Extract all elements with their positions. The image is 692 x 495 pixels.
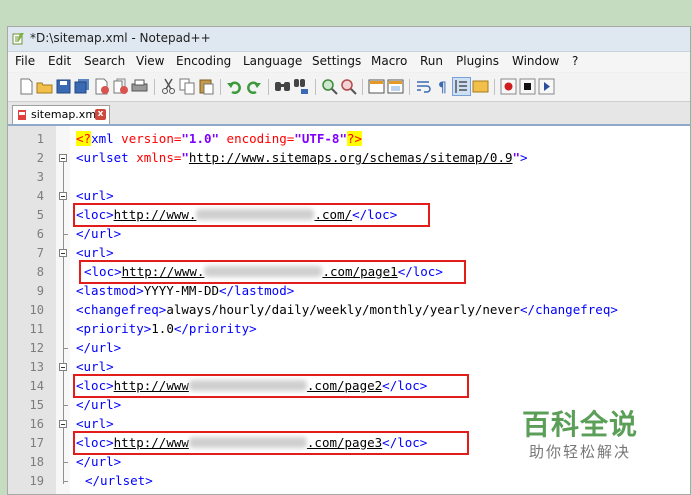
line-number: 8: [36, 265, 44, 279]
menu-plugins[interactable]: Plugins: [456, 54, 499, 68]
sitemap-schema-link[interactable]: http://www.sitemaps.org/schemas/sitemap/…: [189, 150, 513, 165]
line-number: 17: [29, 436, 44, 450]
line-number: 11: [29, 322, 44, 336]
tab-label: sitemap.xml: [31, 108, 100, 121]
fold-toggle-url-3[interactable]: [59, 363, 67, 371]
record-macro-icon[interactable]: [500, 78, 517, 95]
toolbar: ¶: [8, 73, 690, 102]
line-number: 19: [29, 474, 44, 488]
code-line-19: </urlset>: [85, 473, 153, 488]
line-number: 16: [29, 417, 44, 431]
line-number: 6: [36, 227, 44, 241]
highlight-box-loc-2: [79, 260, 466, 284]
code-line-4: <url>: [76, 188, 114, 203]
code-line-15: </url>: [76, 397, 122, 412]
code-line-12: </url>: [76, 340, 122, 355]
close-icon[interactable]: [93, 78, 110, 95]
line-number: 3: [36, 170, 44, 184]
line-number: 9: [36, 284, 44, 298]
menu-bar: File Edit Search View Encoding Language …: [8, 52, 690, 72]
close-all-icon[interactable]: [112, 78, 129, 95]
line-number-gutter: 1 2 3 4 5 6 7 8 9 10 11 12 13 14 15 16 1…: [8, 126, 56, 494]
stop-macro-icon[interactable]: [519, 78, 536, 95]
cut-icon[interactable]: [160, 78, 177, 95]
menu-file[interactable]: File: [15, 54, 35, 68]
user-lang-icon[interactable]: [472, 78, 489, 95]
print-icon[interactable]: [131, 78, 148, 95]
tab-sitemap-xml[interactable]: sitemap.xml x: [12, 105, 110, 124]
tab-close-icon[interactable]: x: [95, 109, 106, 120]
new-file-icon[interactable]: [18, 78, 35, 95]
sync-vertical-icon[interactable]: [368, 78, 385, 95]
code-line-2: <urlset xmlns="http://www.sitemaps.org/s…: [76, 150, 528, 165]
menu-help[interactable]: ?: [572, 54, 578, 68]
menu-search[interactable]: Search: [84, 54, 125, 68]
menu-window[interactable]: Window: [512, 54, 559, 68]
indent-guide-icon[interactable]: [452, 77, 471, 96]
save-icon[interactable]: [55, 78, 72, 95]
sync-horizontal-icon[interactable]: [387, 78, 404, 95]
code-line-18: </url>: [76, 454, 122, 469]
copy-icon[interactable]: [179, 78, 196, 95]
word-wrap-icon[interactable]: [415, 78, 432, 95]
menu-settings[interactable]: Settings: [312, 54, 361, 68]
svg-text:¶: ¶: [438, 80, 447, 95]
menu-macro[interactable]: Macro: [371, 54, 407, 68]
line-number: 2: [36, 151, 44, 165]
fold-toggle-url-1[interactable]: [59, 192, 67, 200]
line-number: 10: [29, 303, 44, 317]
play-macro-icon[interactable]: [538, 78, 555, 95]
open-file-icon[interactable]: [36, 78, 53, 95]
zoom-in-icon[interactable]: [321, 78, 338, 95]
line-number: 18: [29, 455, 44, 469]
paste-icon[interactable]: [198, 78, 215, 95]
redo-icon[interactable]: [245, 78, 262, 95]
highlight-box-loc-1: [73, 203, 430, 227]
fold-toggle-url-2[interactable]: [59, 249, 67, 257]
fold-toggle-url-4[interactable]: [59, 420, 67, 428]
code-line-1: <?xml version="1.0" encoding="UTF-8"?>: [76, 131, 363, 146]
file-modified-icon: [18, 110, 26, 120]
show-all-chars-icon[interactable]: ¶: [434, 78, 451, 95]
line-number: 7: [36, 246, 44, 260]
menu-language[interactable]: Language: [243, 54, 302, 68]
save-all-icon[interactable]: [74, 78, 91, 95]
code-line-10: <changefreq>always/hourly/daily/weekly/m…: [76, 302, 618, 317]
watermark-title: 百科全说: [521, 408, 638, 441]
find-icon[interactable]: [274, 78, 291, 95]
menu-edit[interactable]: Edit: [48, 54, 71, 68]
replace-icon[interactable]: [293, 78, 310, 95]
highlight-box-loc-4: [73, 431, 469, 455]
zoom-out-icon[interactable]: [340, 78, 357, 95]
line-number: 12: [29, 341, 44, 355]
line-number: 1: [36, 132, 44, 146]
line-number: 13: [29, 360, 44, 374]
menu-run[interactable]: Run: [420, 54, 443, 68]
menu-encoding[interactable]: Encoding: [176, 54, 231, 68]
title-bar: *D:\sitemap.xml - Notepad++: [8, 27, 690, 52]
line-number: 14: [29, 379, 44, 393]
highlight-box-loc-3: [73, 374, 469, 398]
tab-bar: sitemap.xml x: [8, 102, 690, 126]
code-line-16: <url>: [76, 416, 114, 431]
window-title: *D:\sitemap.xml - Notepad++: [30, 31, 211, 45]
line-number: 4: [36, 189, 44, 203]
notepadpp-app-icon: [12, 33, 24, 45]
code-line-11: <priority>1.0</priority>: [76, 321, 257, 336]
code-line-13: <url>: [76, 359, 114, 374]
watermark-subtitle: 助你轻松解决: [528, 443, 631, 461]
fold-toggle-urlset[interactable]: [59, 154, 67, 162]
line-number: 5: [36, 208, 44, 222]
watermark: 百科全说 助你轻松解决: [493, 385, 667, 469]
undo-icon[interactable]: [226, 78, 243, 95]
line-number: 15: [29, 398, 44, 412]
code-line-6: </url>: [76, 226, 122, 241]
code-line-9: <lastmod>YYYY-MM-DD</lastmod>: [76, 283, 295, 298]
menu-view[interactable]: View: [136, 54, 164, 68]
code-line-7: <url>: [76, 245, 114, 260]
